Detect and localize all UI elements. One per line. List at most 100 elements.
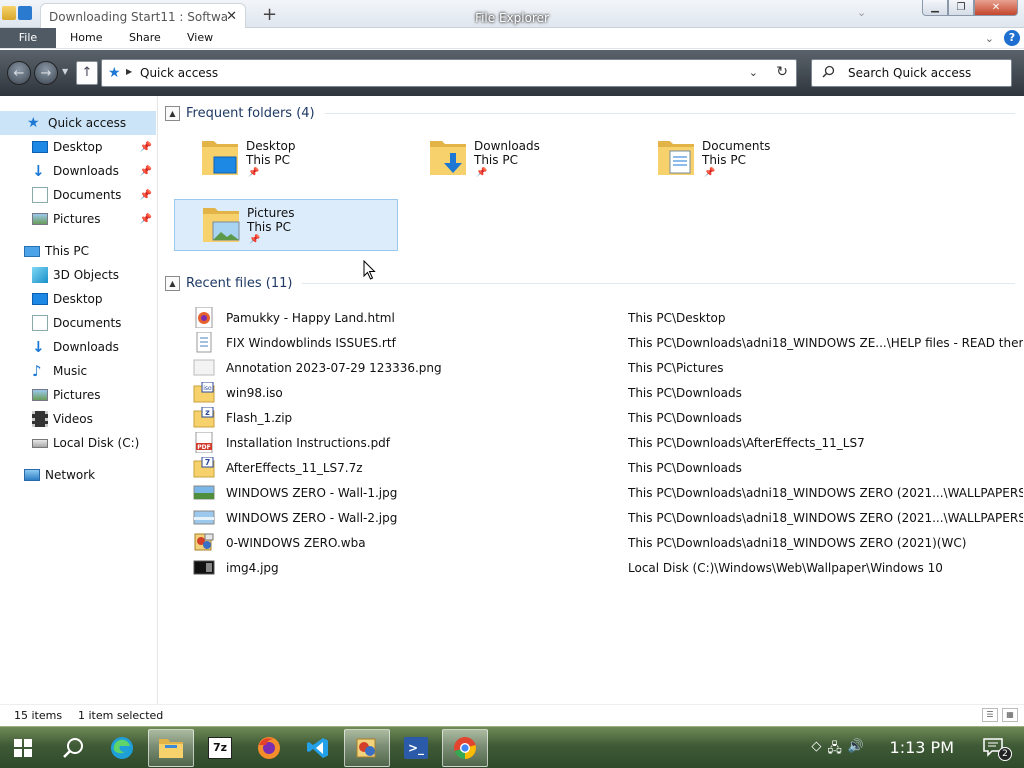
sidebar-item-pc-documents[interactable]: Documents bbox=[0, 311, 158, 335]
network-icon bbox=[24, 469, 40, 481]
pin-icon[interactable]: 📌 bbox=[140, 214, 152, 225]
close-button[interactable]: ✕ bbox=[974, 0, 1018, 16]
sidebar-item-desktop[interactable]: Desktop 📌 bbox=[0, 135, 158, 159]
taskbar-powershell[interactable]: >_ bbox=[393, 729, 439, 767]
pin-icon[interactable]: 📌 bbox=[140, 142, 152, 153]
volume-icon[interactable]: 🔊 bbox=[848, 739, 864, 761]
properties-icon[interactable] bbox=[18, 6, 32, 20]
recent-locations-icon[interactable]: ▼ bbox=[62, 67, 68, 76]
network-status-icon[interactable]: 🖧 bbox=[827, 739, 842, 761]
list-item[interactable]: 0-WINDOWS ZERO.wba This PC\Downloads\adn… bbox=[193, 530, 1023, 555]
close-icon[interactable]: ✕ bbox=[226, 9, 237, 24]
taskbar-edge[interactable] bbox=[99, 729, 145, 767]
list-item[interactable]: PDF Installation Instructions.pdf This P… bbox=[193, 430, 1023, 455]
address-path[interactable]: Quick access bbox=[140, 66, 218, 80]
folder-tile-downloads[interactable]: Downloads This PC 📌 bbox=[402, 133, 626, 185]
search-input[interactable] bbox=[848, 64, 1008, 82]
taskbar-file-explorer[interactable] bbox=[148, 729, 194, 767]
pin-icon[interactable]: 📌 bbox=[140, 190, 152, 201]
tab-view[interactable]: View bbox=[187, 28, 213, 48]
back-button[interactable]: ← bbox=[7, 61, 31, 85]
navigation-pane: ★ Quick access Desktop 📌 ↓ Downloads 📌 D… bbox=[0, 96, 158, 704]
sidebar-item-music[interactable]: ♪ Music bbox=[0, 359, 158, 383]
list-item[interactable]: FIX Windowblinds ISSUES.rtf This PC\Down… bbox=[193, 330, 1023, 355]
taskbar-chrome[interactable] bbox=[442, 729, 488, 767]
sidebar-item-label: Desktop bbox=[53, 140, 103, 154]
collapse-icon[interactable]: ▲ bbox=[165, 275, 180, 291]
file-path: This PC\Desktop bbox=[628, 311, 726, 325]
tab-home[interactable]: Home bbox=[70, 28, 102, 48]
refresh-icon[interactable]: ↻ bbox=[776, 64, 788, 80]
sidebar-item-pictures[interactable]: Pictures 📌 bbox=[0, 207, 158, 231]
help-icon[interactable]: ? bbox=[1004, 30, 1020, 46]
search-button[interactable] bbox=[50, 729, 96, 767]
frequent-folders-header[interactable]: ▲ Frequent folders (4) bbox=[165, 103, 1015, 123]
large-icons-view-icon[interactable]: ▦ bbox=[1002, 708, 1018, 722]
up-button[interactable]: ↑ bbox=[76, 61, 98, 85]
list-item[interactable]: 7 AfterEffects_11_LS7.7z This PC\Downloa… bbox=[193, 455, 1023, 480]
sidebar-item-label: Documents bbox=[53, 316, 122, 330]
file-name: img4.jpg bbox=[226, 561, 279, 575]
taskbar-windowblinds[interactable] bbox=[344, 729, 390, 767]
list-item[interactable]: WINDOWS ZERO - Wall-2.jpg This PC\Downlo… bbox=[193, 505, 1023, 530]
chevron-down-icon[interactable]: ⌄ bbox=[857, 6, 866, 19]
windows-logo-icon bbox=[14, 739, 32, 757]
details-view-icon[interactable]: ☰ bbox=[982, 708, 998, 722]
sidebar-item-quick-access[interactable]: ★ Quick access bbox=[0, 111, 156, 135]
folder-tile-pictures[interactable]: Pictures This PC 📌 bbox=[174, 199, 398, 251]
breadcrumb-arrow-icon[interactable]: ▶ bbox=[126, 67, 132, 76]
list-item[interactable]: Annotation 2023-07-29 123336.png This PC… bbox=[193, 355, 1023, 380]
recent-files-header[interactable]: ▲ Recent files (11) bbox=[165, 273, 1015, 293]
expand-ribbon-icon[interactable]: ⌄ bbox=[985, 32, 994, 45]
browser-tab[interactable]: Downloading Start11 : Softwa ✕ bbox=[40, 3, 246, 29]
pictures-folder-icon bbox=[203, 208, 240, 242]
search-icon bbox=[63, 738, 83, 758]
downloads-folder-icon bbox=[430, 141, 466, 175]
sidebar-item-pc-downloads[interactable]: ↓ Downloads bbox=[0, 335, 158, 359]
document-icon bbox=[32, 187, 48, 203]
address-bar[interactable]: ★ ▶ Quick access ⌄ ↻ bbox=[101, 59, 797, 87]
tab-share[interactable]: Share bbox=[129, 28, 161, 48]
list-item[interactable]: WINDOWS ZERO - Wall-1.jpg This PC\Downlo… bbox=[193, 480, 1023, 505]
sidebar-item-this-pc[interactable]: This PC bbox=[0, 239, 158, 263]
taskbar-7zip[interactable]: 7z bbox=[197, 729, 243, 767]
collapse-icon[interactable]: ▲ bbox=[165, 105, 180, 121]
sidebar-item-network[interactable]: Network bbox=[0, 463, 158, 487]
sidebar-item-documents[interactable]: Documents 📌 bbox=[0, 183, 158, 207]
folder-tile-documents[interactable]: Documents This PC 📌 bbox=[630, 133, 854, 185]
list-item[interactable]: z Flash_1.zip This PC\Downloads bbox=[193, 405, 1023, 430]
sidebar-item-videos[interactable]: Videos bbox=[0, 407, 158, 431]
sidebar-item-label: Videos bbox=[53, 412, 93, 426]
edge-icon bbox=[111, 737, 133, 759]
minimize-button[interactable]: ▁ bbox=[922, 0, 948, 16]
file-name: WINDOWS ZERO - Wall-1.jpg bbox=[226, 486, 398, 500]
list-item[interactable]: Pamukky - Happy Land.html This PC\Deskto… bbox=[193, 305, 1023, 330]
file-name: AfterEffects_11_LS7.7z bbox=[226, 461, 363, 475]
list-item[interactable]: iso win98.iso This PC\Downloads bbox=[193, 380, 1023, 405]
sidebar-item-local-disk[interactable]: Local Disk (C:) bbox=[0, 431, 158, 455]
forward-button[interactable]: → bbox=[34, 61, 58, 85]
notification-button[interactable]: 2 bbox=[982, 737, 1012, 761]
sidebar-item-pc-pictures[interactable]: Pictures bbox=[0, 383, 158, 407]
jpg-image-icon bbox=[193, 560, 215, 575]
taskbar-vscode[interactable] bbox=[295, 729, 341, 767]
maximize-button[interactable]: ❐ bbox=[948, 0, 974, 16]
clock[interactable]: 1:13 PM bbox=[890, 738, 954, 757]
sidebar-item-downloads[interactable]: ↓ Downloads 📌 bbox=[0, 159, 158, 183]
folder-app-icon[interactable] bbox=[2, 6, 16, 20]
sidebar-item-3d-objects[interactable]: 3D Objects bbox=[0, 263, 158, 287]
start-button[interactable] bbox=[0, 729, 46, 767]
svg-text:iso: iso bbox=[203, 385, 212, 392]
pin-icon[interactable]: 📌 bbox=[140, 166, 152, 177]
search-box[interactable] bbox=[811, 59, 1012, 87]
file-path: This PC\Downloads bbox=[628, 461, 742, 475]
sidebar-item-pc-desktop[interactable]: Desktop bbox=[0, 287, 158, 311]
folder-tile-desktop[interactable]: Desktop This PC 📌 bbox=[174, 133, 398, 185]
show-hidden-icons-icon[interactable]: ◇ bbox=[811, 739, 821, 761]
7zip-icon: 7z bbox=[208, 737, 232, 759]
new-tab-button[interactable]: + bbox=[262, 4, 277, 25]
taskbar-firefox[interactable] bbox=[246, 729, 292, 767]
tab-file[interactable]: File bbox=[0, 28, 56, 48]
list-item[interactable]: img4.jpg Local Disk (C:)\Windows\Web\Wal… bbox=[193, 555, 1023, 580]
chevron-down-icon[interactable]: ⌄ bbox=[749, 66, 758, 79]
